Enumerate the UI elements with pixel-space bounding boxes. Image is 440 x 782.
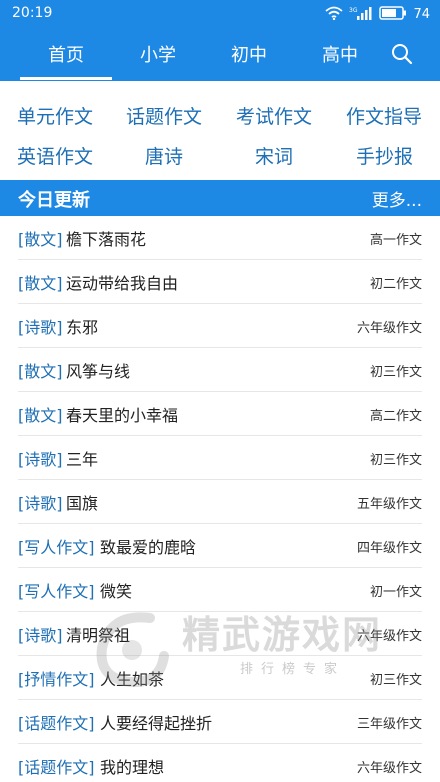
category-grid: 单元作文 话题作文 考试作文 作文指导 英语作文 唐诗 宋词 手抄报 (0, 81, 440, 180)
category-topic-essay[interactable]: 话题作文 (126, 102, 202, 129)
list-item[interactable]: [诗歌] 清明祭祖 六年级作文 (18, 612, 422, 656)
article-tag: [散文] (18, 274, 63, 293)
top-nav: 首页 小学 初中 高中 (0, 28, 440, 81)
article-tag: [写人作文] (18, 582, 95, 601)
article-grade: 高二作文 (369, 409, 422, 424)
updates-title: 今日更新 (18, 190, 90, 211)
article-tag: [诗歌] (18, 626, 63, 645)
list-item[interactable]: [诗歌] 东邪 六年级作文 (18, 304, 422, 348)
list-item[interactable]: [散文] 檐下落雨花 高一作文 (18, 216, 422, 260)
list-item[interactable]: [话题作文] 人要经得起挫折 三年级作文 (18, 700, 422, 744)
search-icon[interactable] (390, 42, 414, 70)
battery-icon (379, 5, 407, 24)
category-unit-essay[interactable]: 单元作文 (17, 102, 93, 129)
article-grade: 五年级作文 (356, 497, 422, 512)
list-item[interactable]: [散文] 春天里的小幸福 高二作文 (18, 392, 422, 436)
article-tag: [散文] (18, 230, 63, 249)
status-icons: 3G 74 (325, 5, 430, 24)
article-grade: 四年级作文 (356, 541, 422, 556)
wifi-icon (325, 5, 344, 24)
article-title: 人要经得起挫折 (100, 714, 213, 733)
tab-primary-school[interactable]: 小学 (140, 41, 176, 67)
article-tag: [散文] (18, 362, 63, 381)
category-writing-guide[interactable]: 作文指导 (346, 102, 422, 129)
article-grade: 六年级作文 (356, 321, 422, 336)
category-tang-poetry[interactable]: 唐诗 (145, 142, 183, 169)
article-title: 国旗 (66, 494, 99, 513)
list-item[interactable]: [诗歌] 三年 初三作文 (18, 436, 422, 480)
updates-header: 今日更新 更多... (0, 180, 440, 216)
article-title: 清明祭祖 (66, 626, 131, 645)
article-grade: 初二作文 (369, 277, 422, 292)
tab-high-school[interactable]: 高中 (322, 41, 358, 67)
article-title: 微笑 (100, 582, 133, 601)
category-handwritten-paper[interactable]: 手抄报 (356, 142, 413, 169)
article-tag: [话题作文] (18, 758, 95, 777)
list-item[interactable]: [散文] 运动带给我自由 初二作文 (18, 260, 422, 304)
article-tag: [话题作文] (18, 714, 95, 733)
article-tag: [诗歌] (18, 450, 63, 469)
article-grade: 六年级作文 (356, 629, 422, 644)
status-bar: 20:19 3G 74 (0, 0, 440, 28)
article-grade: 初一作文 (369, 585, 422, 600)
article-tag: [抒情作文] (18, 670, 95, 689)
category-english-essay[interactable]: 英语作文 (17, 142, 93, 169)
cellular-signal-icon: 3G (349, 5, 373, 24)
status-time: 20:19 (12, 5, 53, 21)
list-item[interactable]: [诗歌] 国旗 五年级作文 (18, 480, 422, 524)
article-list: [散文] 檐下落雨花 高一作文 [散文] 运动带给我自由 初二作文 [诗歌] 东… (0, 216, 440, 782)
list-item[interactable]: [写人作文] 微笑 初一作文 (18, 568, 422, 612)
article-grade: 初三作文 (369, 453, 422, 468)
category-exam-essay[interactable]: 考试作文 (236, 102, 312, 129)
tab-middle-school[interactable]: 初中 (231, 41, 267, 67)
article-title: 人生如茶 (100, 670, 165, 689)
article-grade: 三年级作文 (356, 717, 422, 732)
article-tag: [散文] (18, 406, 63, 425)
article-grade: 初三作文 (369, 673, 422, 688)
more-link[interactable]: 更多... (372, 186, 422, 211)
article-title: 东邪 (66, 318, 99, 337)
article-title: 致最爱的鹿晗 (100, 538, 197, 557)
list-item[interactable]: [写人作文] 致最爱的鹿晗 四年级作文 (18, 524, 422, 568)
article-title: 风筝与线 (66, 362, 131, 381)
category-song-ci[interactable]: 宋词 (255, 142, 293, 169)
article-title: 檐下落雨花 (66, 230, 147, 249)
article-grade: 高一作文 (369, 233, 422, 248)
tab-home[interactable]: 首页 (48, 41, 84, 67)
article-title: 运动带给我自由 (66, 274, 179, 293)
list-item[interactable]: [话题作文] 我的理想 六年级作文 (18, 744, 422, 782)
list-item[interactable]: [抒情作文] 人生如茶 初三作文 (18, 656, 422, 700)
active-tab-indicator (20, 77, 112, 80)
article-tag: [写人作文] (18, 538, 95, 557)
battery-level: 74 (413, 7, 430, 22)
article-grade: 六年级作文 (356, 761, 422, 776)
network-type-label: 3G (349, 7, 358, 14)
list-item[interactable]: [散文] 风筝与线 初三作文 (18, 348, 422, 392)
article-tag: [诗歌] (18, 318, 63, 337)
article-title: 三年 (66, 450, 99, 469)
article-title: 我的理想 (100, 758, 165, 777)
article-title: 春天里的小幸福 (66, 406, 179, 425)
article-tag: [诗歌] (18, 494, 63, 513)
article-grade: 初三作文 (369, 365, 422, 380)
